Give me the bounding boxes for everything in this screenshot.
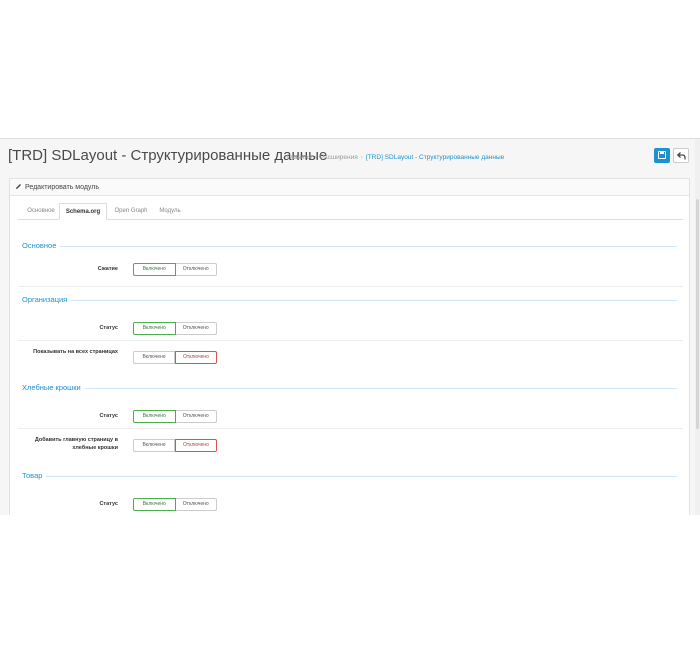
section-breadcrumbs: Хлебные крошки xyxy=(22,383,677,393)
breadcrumb: Главная › Расширения › [TRD] SDLayout - Стру… xyxy=(287,154,505,161)
edit-panel: Редактировать модуль Основное Schema.org… xyxy=(9,178,690,515)
section-organization-title: Организация xyxy=(22,295,72,304)
breadcrumb-extensions[interactable]: Расширения xyxy=(320,154,358,161)
tab-bar: Основное Schema.org Open Graph Модуль xyxy=(18,203,683,220)
section-main: Основное xyxy=(22,241,677,251)
row-org-all-pages-label: Показывать на всех страницах xyxy=(33,349,118,355)
row-product-status: Статус Включено Отключено xyxy=(18,491,683,515)
product-status-on-button[interactable]: Включено xyxy=(133,498,176,511)
row-org-all-pages: Показывать на всех страницах Включено От… xyxy=(18,341,683,375)
breadcrumb-current[interactable]: [TRD] SDLayout - Структурированные данны… xyxy=(366,154,504,161)
panel-heading: Редактировать модуль xyxy=(10,179,689,196)
row-compress: Сжатие Включено Отключено xyxy=(18,261,683,287)
section-breadcrumbs-title: Хлебные крошки xyxy=(22,383,85,392)
product-status-off-button[interactable]: Отключено xyxy=(175,498,217,511)
compress-off-button[interactable]: Отключено xyxy=(175,263,217,276)
save-button[interactable] xyxy=(654,148,670,163)
crumbs-status-on-button[interactable]: Включено xyxy=(133,410,176,423)
row-org-status-label: Статус xyxy=(99,325,118,331)
scrollbar[interactable] xyxy=(695,139,700,515)
tab-open-graph[interactable]: Open Graph xyxy=(111,203,151,220)
pencil-icon xyxy=(16,183,21,189)
page-header: [TRD] SDLayout - Структурированные данны… xyxy=(0,139,700,179)
tab-module[interactable]: Модуль xyxy=(155,203,185,220)
tab-main[interactable]: Основное xyxy=(24,203,58,220)
crumbs-home-off-button[interactable]: Отключено xyxy=(175,439,217,452)
section-product-title: Товар xyxy=(22,471,47,480)
org-all-pages-off-button[interactable]: Отключено xyxy=(175,351,217,364)
page-title: [TRD] SDLayout - Структурированные данны… xyxy=(8,147,328,164)
row-crumbs-status: Статус Включено Отключено xyxy=(18,403,683,429)
compress-toggle: Включено Отключено xyxy=(133,263,217,276)
tab-schema-org[interactable]: Schema.org xyxy=(59,203,107,220)
crumbs-status-toggle: Включено Отключено xyxy=(133,410,217,423)
org-status-on-button[interactable]: Включено xyxy=(133,322,176,335)
save-icon xyxy=(658,151,666,159)
section-product: Товар xyxy=(22,471,677,481)
row-crumbs-status-label: Статус xyxy=(99,413,118,419)
scrollbar-thumb[interactable] xyxy=(696,199,699,429)
crumbs-status-off-button[interactable]: Отключено xyxy=(175,410,217,423)
row-compress-label: Сжатие xyxy=(97,266,118,272)
row-crumbs-home: Добавить главную страницу в хлебные крош… xyxy=(18,429,683,463)
compress-on-button[interactable]: Включено xyxy=(133,263,176,276)
org-status-toggle: Включено Отключено xyxy=(133,322,217,335)
breadcrumb-home[interactable]: Главная xyxy=(287,154,312,161)
screenshot-area: [TRD] SDLayout - Структурированные данны… xyxy=(0,138,700,515)
row-product-status-label: Статус xyxy=(99,501,118,507)
section-main-title: Основное xyxy=(22,241,61,250)
org-all-pages-toggle: Включено Отключено xyxy=(133,351,217,364)
org-status-off-button[interactable]: Отключено xyxy=(175,322,217,335)
row-crumbs-home-label: Добавить главную страницу в хлебные крош… xyxy=(34,437,118,451)
row-org-status: Статус Включено Отключено xyxy=(18,315,683,341)
crumbs-home-on-button[interactable]: Включено xyxy=(133,439,175,452)
product-status-toggle: Включено Отключено xyxy=(133,498,217,511)
back-button[interactable] xyxy=(673,148,689,163)
reply-icon xyxy=(677,152,686,160)
panel-title: Редактировать модуль xyxy=(25,184,100,191)
crumbs-home-toggle: Включено Отключено xyxy=(133,439,217,452)
org-all-pages-on-button[interactable]: Включено xyxy=(133,351,175,364)
section-organization: Организация xyxy=(22,295,677,305)
